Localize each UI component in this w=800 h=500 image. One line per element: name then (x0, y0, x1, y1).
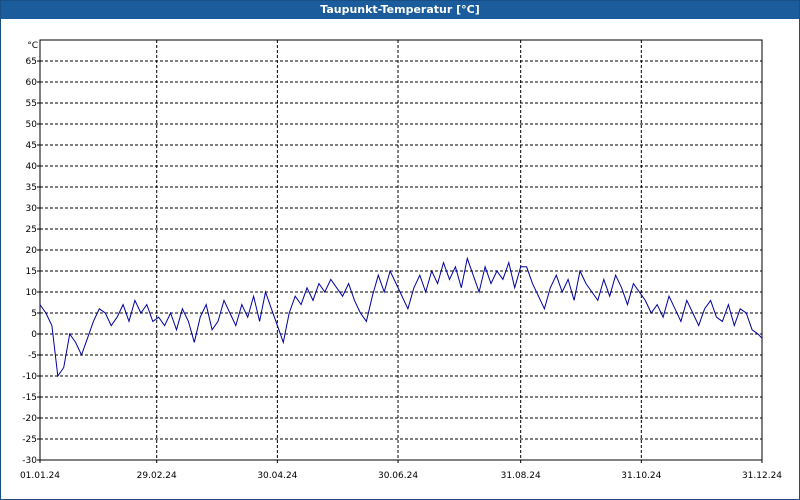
y-tick-label: -25 (22, 435, 37, 445)
series-line (39, 256, 763, 378)
x-tick-label: 31.08.24 (501, 471, 541, 481)
x-axis-ticks: 01.01.24 29.02.24 30.04.24 30.06.24 31.08.24… (20, 460, 782, 481)
line-chart: °C -30 -25 -20 -15 -10 -5 0 5 10 15 20 25 30 35 40 45 50… (20, 39, 782, 481)
y-tick-label: 10 (26, 288, 38, 298)
y-tick-label: 35 (26, 183, 37, 193)
y-tick-label: 50 (26, 120, 38, 130)
x-tick-label: 01.01.24 (20, 471, 60, 481)
y-tick-label: 65 (26, 57, 37, 67)
y-tick-label: 60 (26, 78, 38, 88)
x-tick-label: 31.10.24 (621, 471, 661, 481)
y-tick-label: 15 (26, 267, 37, 277)
y-tick-label: 0 (31, 330, 37, 340)
y-tick-label: -20 (22, 414, 37, 424)
y-tick-label: 45 (26, 141, 37, 151)
y-axis-ticks: -30 -25 -20 -15 -10 -5 0 5 10 15 20 25 30 35 40 45 50 55 6… (22, 57, 40, 466)
y-tick-label: 55 (26, 99, 37, 109)
x-tick-label: 30.06.24 (378, 471, 418, 481)
x-tick-label: 30.04.24 (257, 471, 297, 481)
y-tick-label: 5 (31, 309, 37, 319)
y-tick-label: -30 (22, 456, 37, 466)
y-tick-label: -10 (22, 372, 37, 382)
y-axis-unit-label: °C (27, 41, 38, 51)
y-tick-label: 30 (26, 204, 38, 214)
y-tick-label: 25 (26, 225, 37, 235)
y-tick-label: -15 (22, 393, 37, 403)
y-tick-label: -5 (28, 351, 37, 361)
y-tick-label: 40 (26, 162, 38, 172)
x-tick-label: 31.12.24 (742, 471, 782, 481)
grid-lines (40, 40, 763, 460)
x-tick-label: 29.02.24 (137, 471, 177, 481)
y-tick-label: 20 (26, 246, 38, 256)
